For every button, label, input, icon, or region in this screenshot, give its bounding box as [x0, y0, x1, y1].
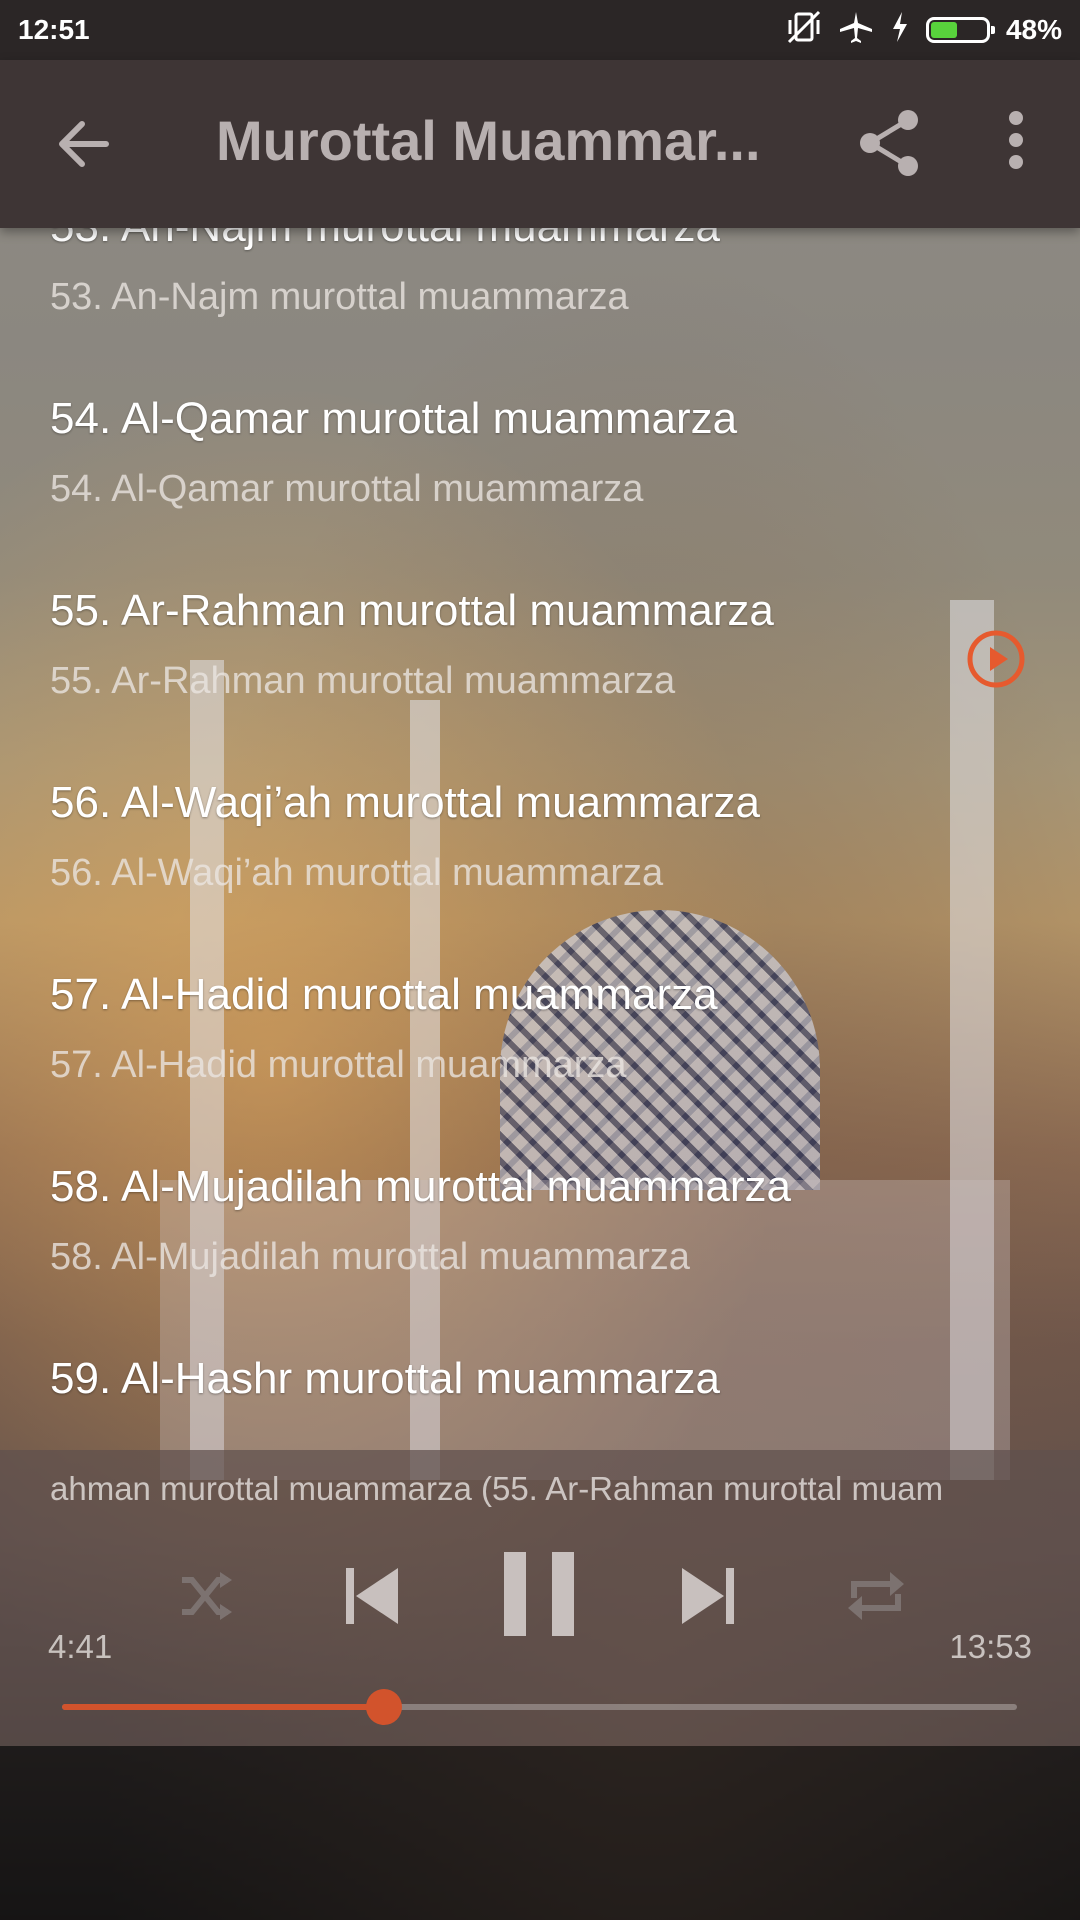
track-list[interactable]: 53. An-Najm murottal muammarza 53. An-Na… [0, 228, 1080, 1450]
track-title: 59. Al-Hashr murottal muammarza [50, 1354, 720, 1403]
battery-percent: 48% [1005, 14, 1062, 45]
now-playing-title: ahman murottal muammarza (55. Ar-Rahman … [50, 1470, 944, 1507]
seek-bar-thumb[interactable] [365, 1689, 402, 1725]
track-title: 55. Ar-Rahman murottal muammarza [50, 586, 774, 635]
seek-bar[interactable] [62, 1689, 1017, 1725]
current-time: 4:41 [48, 1628, 113, 1665]
track-title: 57. Al-Hadid murottal muammarza [50, 970, 718, 1019]
track-title: 56. Al-Waqi’ah murottal muammarza [50, 778, 760, 827]
track-subtitle: 55. Ar-Rahman murottal muammarza [50, 660, 676, 702]
track-subtitle: 58. Al-Mujadilah murottal muammarza [50, 1236, 690, 1278]
list-item[interactable]: 53. An-Najm murottal muammarza 53. An-Na… [0, 228, 1080, 370]
track-title: 54. Al-Qamar murottal muammarza [50, 394, 738, 443]
list-item[interactable]: 54. Al-Qamar murottal muammarza 54. Al-Q… [0, 370, 1080, 562]
list-item[interactable]: 56. Al-Waqi’ah murottal muammarza 56. Al… [0, 754, 1080, 946]
back-arrow-icon[interactable] [52, 112, 116, 176]
charging-icon [890, 10, 910, 50]
track-title: 53. An-Najm murottal muammarza [50, 228, 720, 252]
music-player-panel: ahman murottal muammarza (55. Ar-Rahman … [0, 1450, 1080, 1746]
battery-icon [925, 17, 995, 43]
vibrate-off-icon [786, 10, 822, 50]
list-item[interactable]: 57. Al-Hadid murottal muammarza 57. Al-H… [0, 946, 1080, 1138]
airplane-mode-icon [838, 10, 874, 50]
shuffle-icon[interactable] [178, 1568, 234, 1624]
skip-next-icon[interactable] [680, 1560, 736, 1632]
status-bar: 12:51 48% [0, 0, 1080, 60]
track-subtitle: 54. Al-Qamar murottal muammarza [50, 468, 644, 510]
share-icon[interactable] [858, 108, 922, 178]
more-vert-icon[interactable] [996, 108, 1036, 172]
track-subtitle: 56. Al-Waqi’ah murottal muammarza [50, 852, 664, 894]
seek-bar-progress [62, 1704, 384, 1710]
pause-icon[interactable] [500, 1552, 578, 1636]
background-footer [0, 1746, 1080, 1920]
list-item[interactable]: 55. Ar-Rahman murottal muammarza 55. Ar-… [0, 562, 1080, 754]
list-item[interactable]: 58. Al-Mujadilah murottal muammarza 58. … [0, 1138, 1080, 1330]
app-bar: Murottal Muammar... [0, 60, 1080, 228]
now-playing-icon[interactable] [965, 628, 1027, 690]
track-title: 58. Al-Mujadilah murottal muammarza [50, 1162, 791, 1211]
total-time: 13:53 [949, 1628, 1032, 1665]
page-title: Murottal Muammar... [216, 109, 761, 172]
list-item[interactable]: 59. Al-Hashr murottal muammarza [0, 1330, 1080, 1450]
track-subtitle: 57. Al-Hadid murottal muammarza [50, 1044, 627, 1086]
repeat-icon[interactable] [846, 1568, 906, 1624]
track-subtitle: 53. An-Najm murottal muammarza [50, 276, 629, 318]
status-time: 12:51 [18, 14, 90, 45]
skip-previous-icon[interactable] [344, 1560, 400, 1632]
